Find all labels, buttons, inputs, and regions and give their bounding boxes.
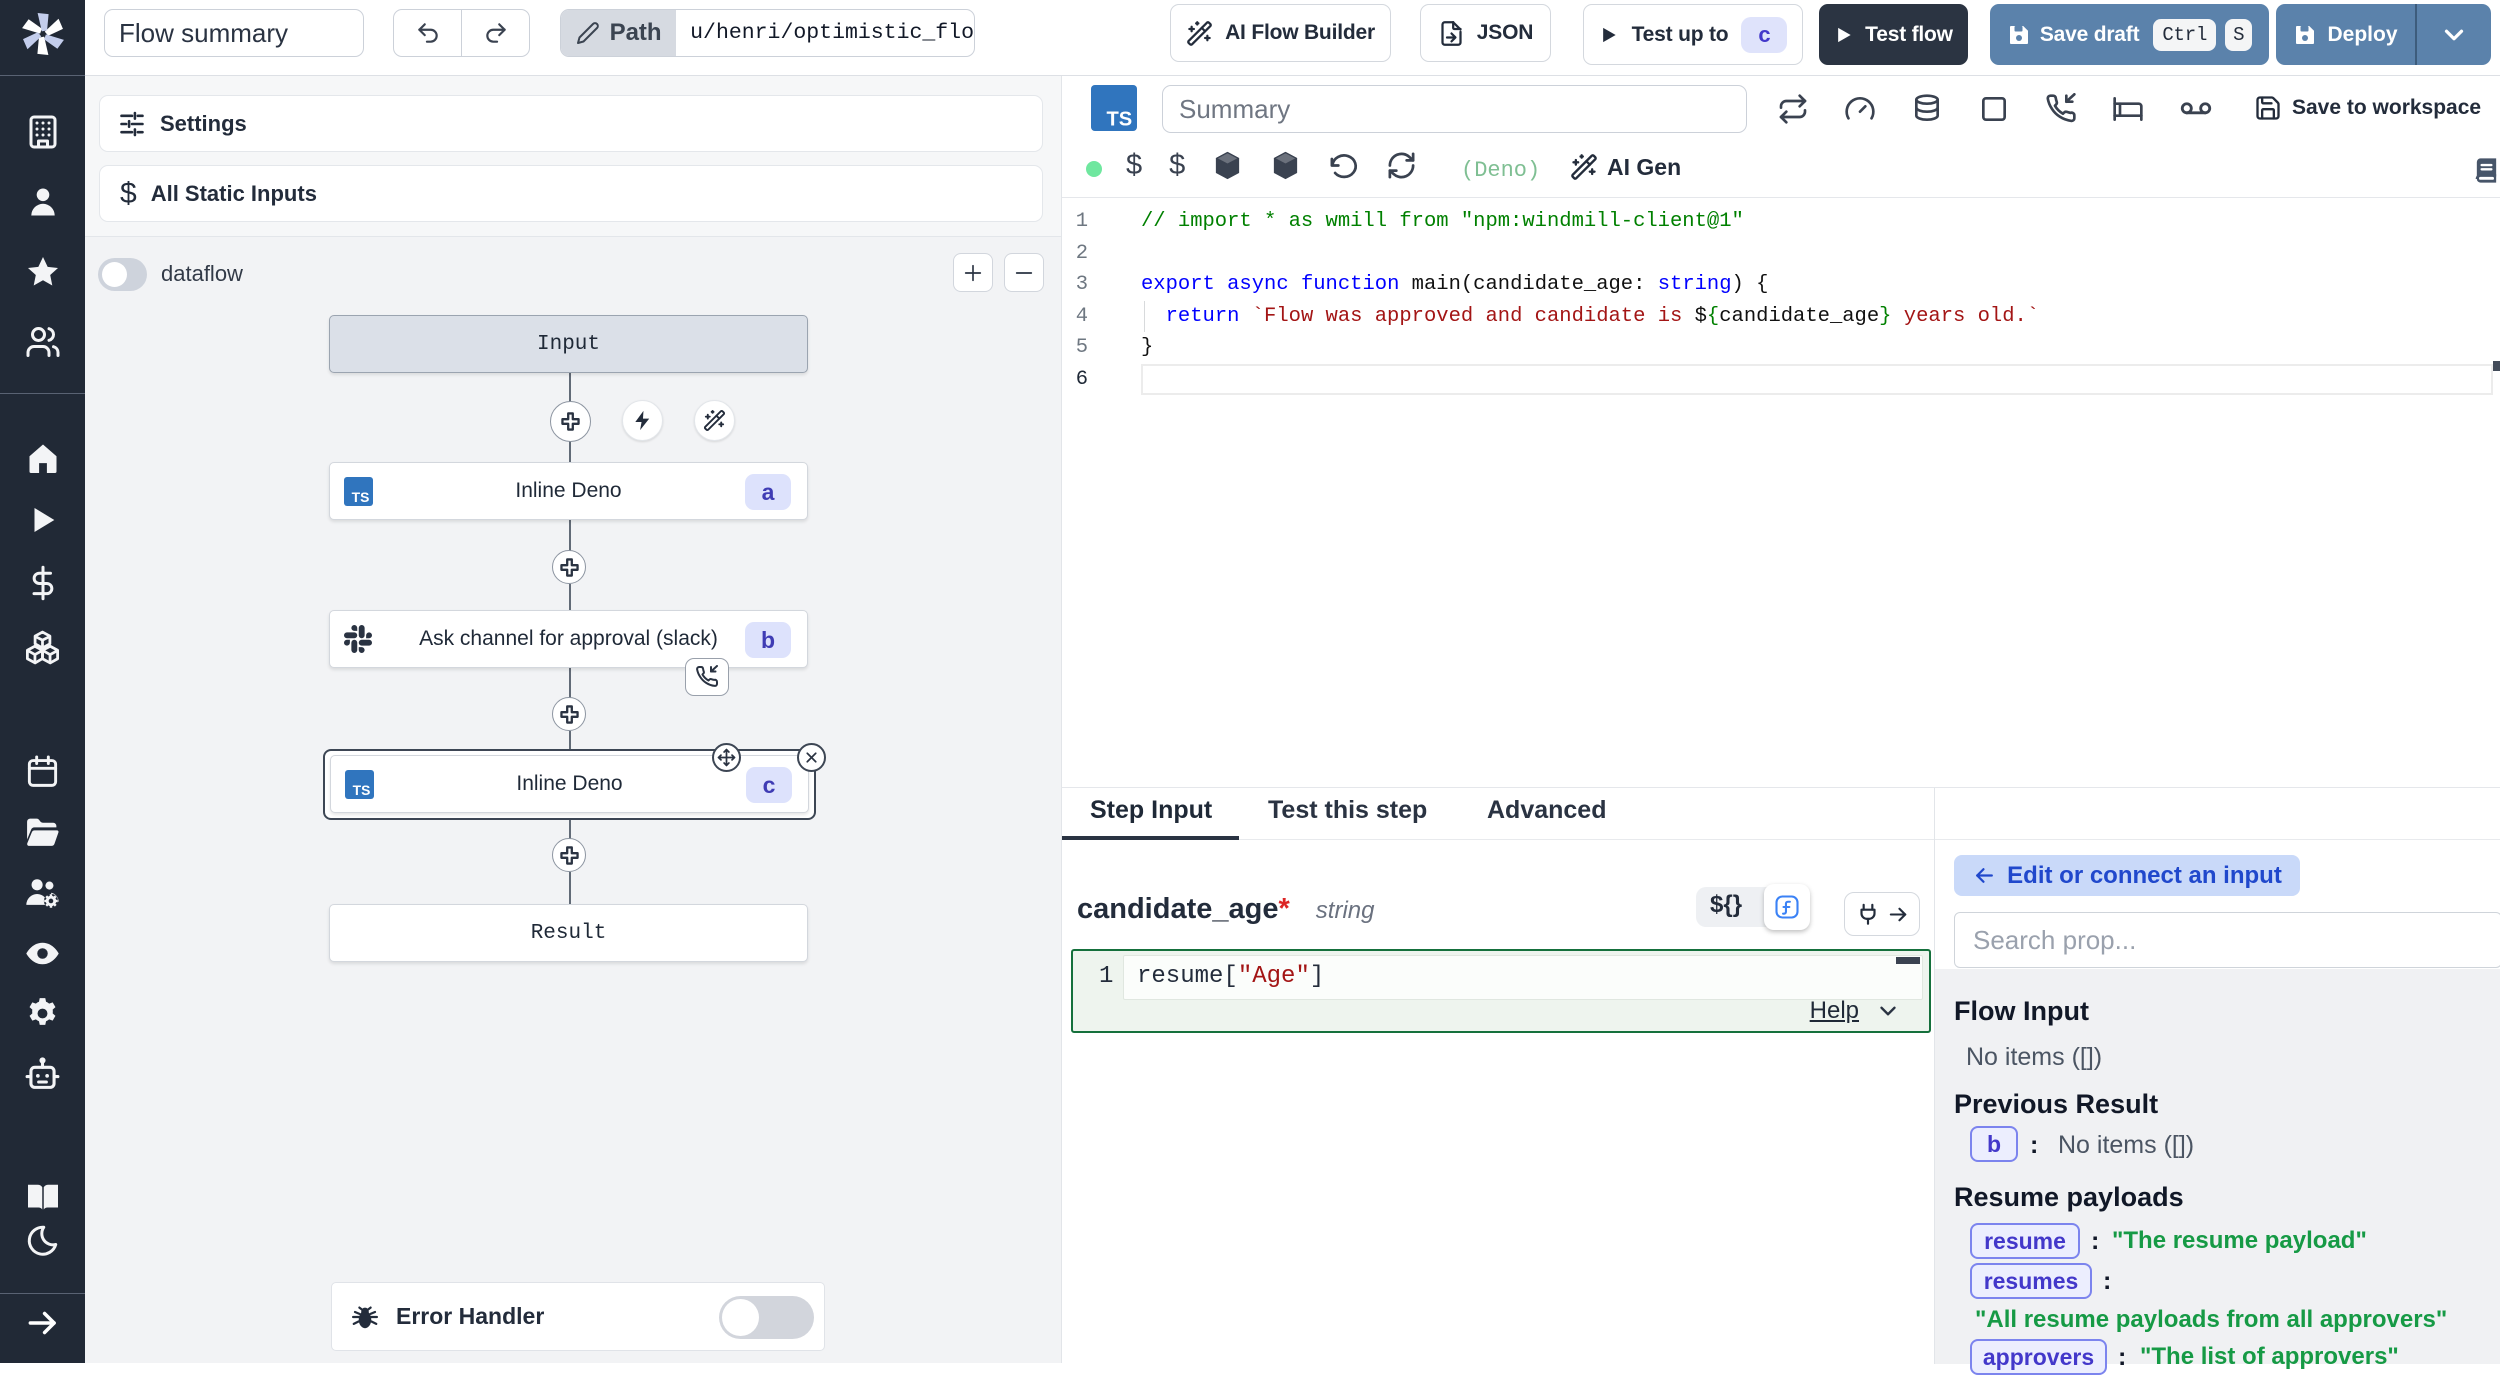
svg-text:TS: TS — [1107, 108, 1133, 130]
svg-text:TS: TS — [352, 488, 370, 504]
svg-text:TS: TS — [353, 781, 371, 797]
